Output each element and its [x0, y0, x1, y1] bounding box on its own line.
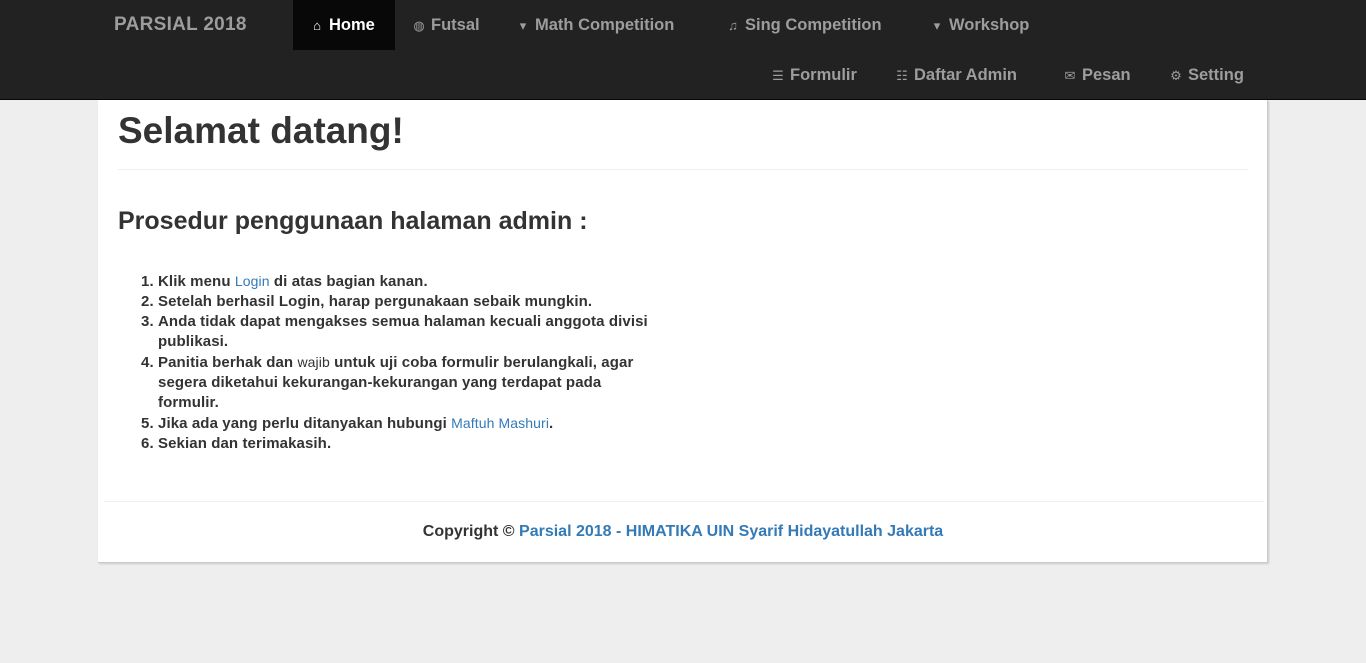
nav-home-label: Home	[329, 16, 375, 34]
contact-link[interactable]: Maftuh Mashuri	[451, 415, 549, 431]
list-item: Jika ada yang perlu ditanyakan hubungi M…	[158, 413, 648, 434]
nav-math-competition-label: Math Competition	[535, 16, 675, 34]
nav-daftar-admin-label: Daftar Admin	[914, 66, 1017, 84]
nav-workshop[interactable]: ▾ Workshop	[913, 0, 1044, 50]
music-icon: ♫	[728, 18, 738, 33]
globe-icon: ◍	[413, 18, 425, 33]
graduation-cap-icon: ▾	[519, 18, 527, 33]
nav-setting[interactable]: ⚙ Setting	[1152, 50, 1259, 100]
nav-math-competition[interactable]: ▾ Math Competition	[499, 0, 689, 50]
step-text: Setelah berhasil Login, harap pergunakaa…	[158, 293, 593, 310]
content-panel: Selamat datang! Prosedur penggunaan hala…	[98, 100, 1268, 563]
nav-futsal-label: Futsal	[431, 16, 480, 34]
copyright-text: Copyright ©	[422, 523, 520, 540]
nav-home[interactable]: ⌂ Home	[293, 0, 395, 50]
list-item: Sekian dan terimakasih.	[158, 434, 648, 454]
list-icon: ☷	[896, 68, 908, 83]
envelope-icon: ✉	[1064, 68, 1076, 83]
step-text: Anda tidak dapat mengakses semua halaman…	[158, 313, 648, 350]
nav-futsal[interactable]: ◍ Futsal	[395, 0, 495, 50]
section-title: Prosedur penggunaan halaman admin :	[118, 207, 588, 235]
nav-sing-competition[interactable]: ♫ Sing Competition	[709, 0, 897, 50]
nav-pesan-label: Pesan	[1082, 66, 1131, 84]
list-item: Panitia berhak dan wajib untuk uji coba …	[158, 352, 648, 413]
nav-pesan[interactable]: ✉ Pesan	[1046, 50, 1146, 100]
nav-setting-label: Setting	[1188, 66, 1244, 84]
step-text: di atas bagian kanan.	[269, 273, 428, 290]
footer-divider	[104, 501, 1264, 502]
tasks-icon: ☰	[772, 68, 784, 83]
step-text: Panitia berhak dan	[158, 354, 298, 371]
step-text: Jika ada yang perlu ditanyakan hubungi	[158, 415, 452, 432]
step-text: Sekian dan terimakasih.	[158, 435, 332, 452]
procedure-list: Klik menu Login di atas bagian kanan. Se…	[118, 271, 648, 454]
graduation-cap-icon: ▾	[933, 18, 941, 33]
brand-logo[interactable]: PARSIAL 2018	[114, 14, 247, 36]
step-emphasis: wajib	[297, 354, 330, 370]
nav-sing-competition-label: Sing Competition	[745, 16, 882, 34]
list-item: Anda tidak dapat mengakses semua halaman…	[158, 312, 648, 352]
nav-daftar-admin[interactable]: ☷ Daftar Admin	[878, 50, 1032, 100]
step-text: .	[549, 415, 554, 432]
top-navbar: PARSIAL 2018 ⌂ Home ◍ Futsal ▾ Math Competi…	[0, 0, 1366, 100]
step-text: Klik menu	[158, 273, 235, 290]
footer-link[interactable]: Parsial 2018 - HIMATIKA UIN Syarif Hiday…	[519, 523, 943, 540]
list-item: Klik menu Login di atas bagian kanan.	[158, 271, 648, 292]
cog-icon: ⚙	[1170, 68, 1182, 83]
nav-formulir[interactable]: ☰ Formulir	[754, 50, 872, 100]
home-icon: ⌂	[313, 18, 321, 33]
footer: Copyright © Parsial 2018 - HIMATIKA UIN …	[98, 523, 1268, 541]
nav-workshop-label: Workshop	[949, 16, 1030, 34]
title-divider	[118, 169, 1248, 170]
list-item: Setelah berhasil Login, harap pergunakaa…	[158, 292, 648, 312]
login-link[interactable]: Login	[235, 273, 270, 289]
nav-formulir-label: Formulir	[790, 66, 857, 84]
page-title: Selamat datang!	[118, 110, 404, 151]
